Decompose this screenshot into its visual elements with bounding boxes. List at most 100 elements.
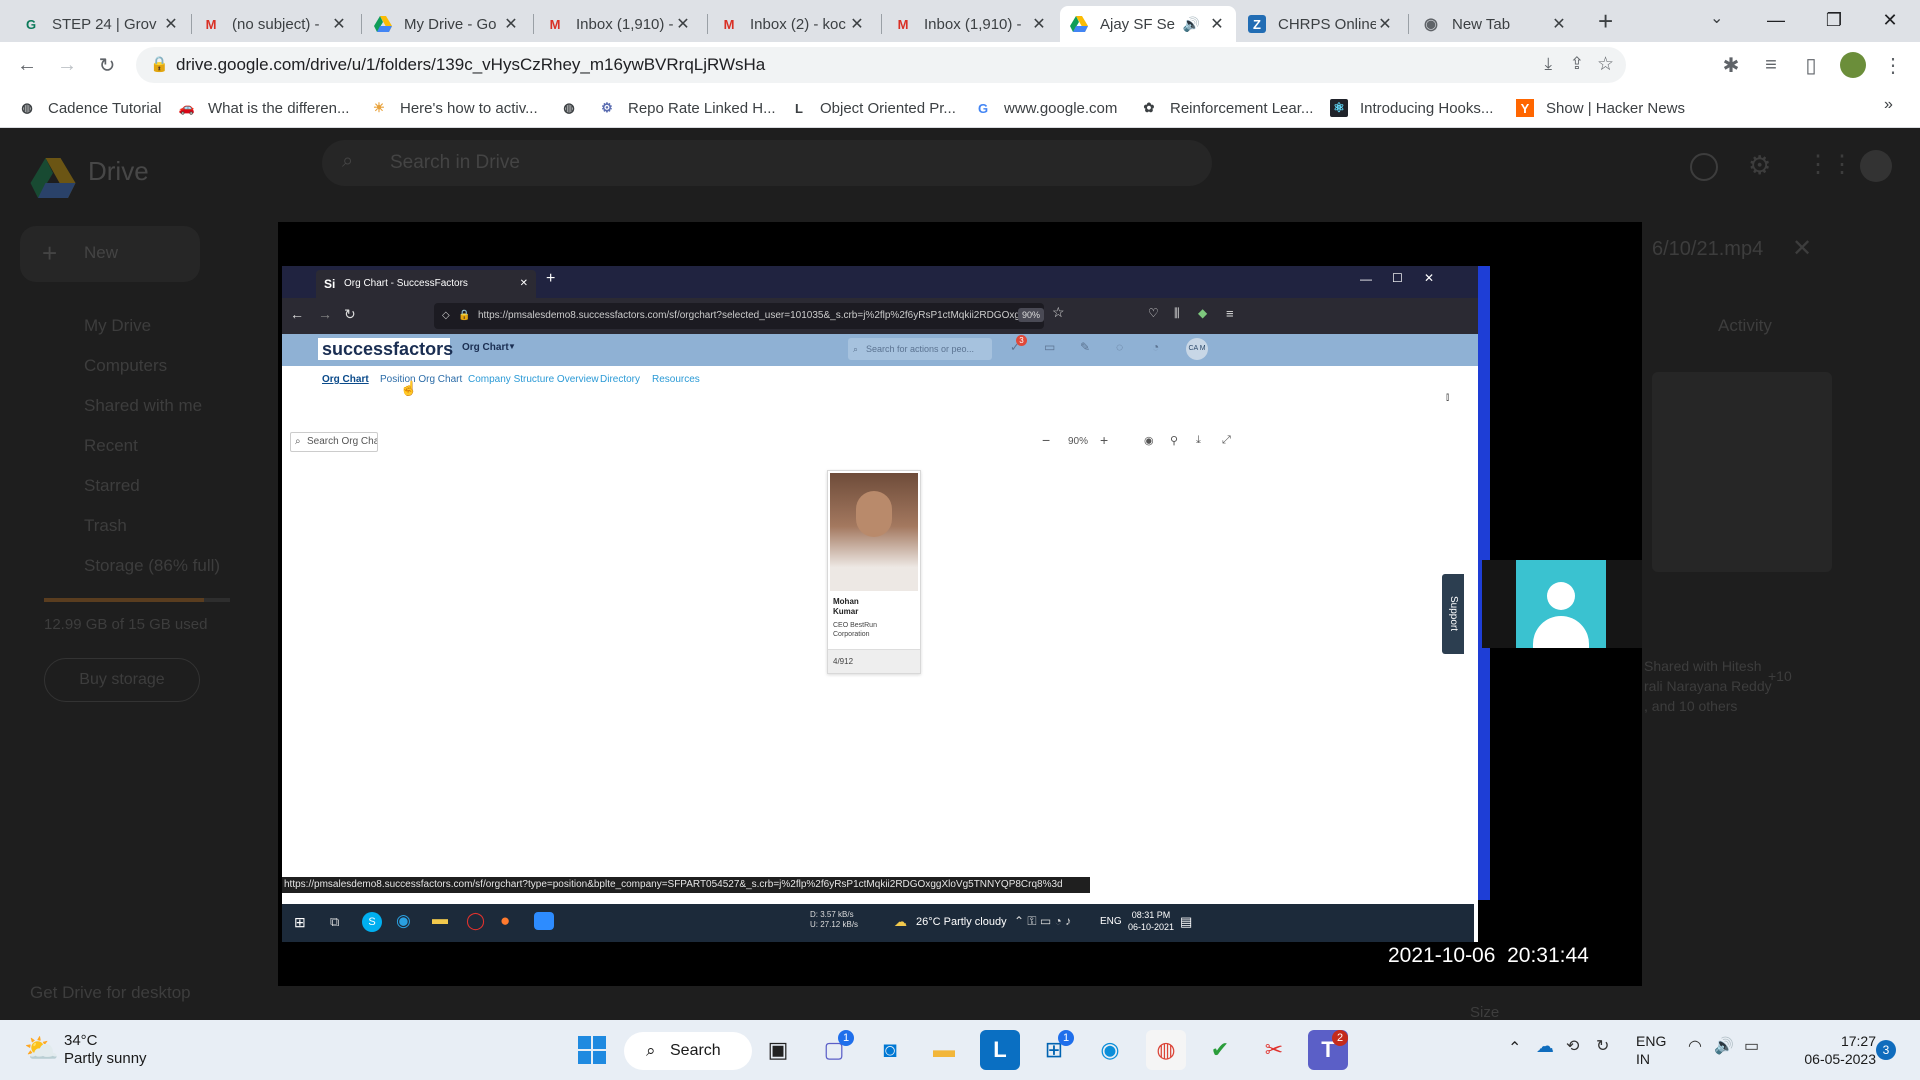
tab-org-chart[interactable]: Org Chart: [322, 374, 369, 385]
refresh-icon[interactable]: ↻: [1596, 1036, 1609, 1056]
more-bookmarks-icon[interactable]: »: [1884, 96, 1893, 114]
search-org-chart-input[interactable]: ⌕ Search Org Chart: [290, 432, 378, 452]
snipping-tool-icon[interactable]: ✂: [1254, 1030, 1294, 1070]
pocket-icon[interactable]: ♡: [1148, 306, 1159, 320]
help-icon[interactable]: ◌: [1116, 340, 1123, 354]
sidebar-item-trash[interactable]: Trash: [84, 516, 127, 536]
library-icon[interactable]: ⫼: [1174, 306, 1180, 321]
tools-icon[interactable]: ✎: [1080, 340, 1090, 354]
media-icon[interactable]: ≡: [1756, 50, 1786, 80]
battery-icon[interactable]: ▭: [1744, 1036, 1759, 1056]
tab-resources[interactable]: Resources: [652, 374, 700, 385]
browser-tab[interactable]: G STEP 24 | Grov ✕: [12, 6, 190, 42]
speaker-icon[interactable]: 🔊: [1183, 16, 1200, 33]
star-icon[interactable]: ☆: [1597, 53, 1614, 76]
start-button[interactable]: [572, 1030, 612, 1070]
menu-icon[interactable]: ≡: [1226, 306, 1234, 321]
bookmark[interactable]: ⚛ Introducing Hooks...: [1330, 96, 1493, 120]
close-icon[interactable]: ✕: [502, 14, 520, 34]
bookmark[interactable]: ◍ Cadence Tutorial: [18, 96, 161, 120]
browser-tab[interactable]: ◉ New Tab ✕: [1412, 6, 1578, 42]
chat-icon[interactable]: ▭: [1044, 340, 1055, 354]
restore-button[interactable]: ☐: [1392, 271, 1403, 285]
chevron-up-icon[interactable]: ⌃: [1508, 1038, 1521, 1058]
view-icon[interactable]: ◉: [1144, 434, 1154, 447]
support-tab[interactable]: Support: [1442, 574, 1464, 654]
camera-icon[interactable]: ◙: [870, 1030, 910, 1070]
recorded-tab[interactable]: Si Org Chart - SuccessFactors ✕: [316, 270, 536, 298]
reload-icon[interactable]: ↻: [344, 306, 356, 323]
bookmark[interactable]: L Object Oriented Pr...: [790, 96, 956, 120]
tab-company-structure[interactable]: Company Structure Overview: [468, 374, 599, 385]
inner-clock[interactable]: 08:31 PM 06-10-2021: [1128, 909, 1174, 933]
chart-icon[interactable]: ⫾: [1446, 392, 1449, 403]
bookmark[interactable]: ✿ Reinforcement Lear...: [1140, 96, 1314, 120]
new-tab-button[interactable]: +: [1598, 6, 1613, 37]
buy-storage-button[interactable]: Buy storage: [44, 658, 200, 702]
browser-tab[interactable]: My Drive - Go ✕: [364, 6, 530, 42]
zoom-icon[interactable]: [534, 912, 554, 930]
zoom-out-button[interactable]: −: [1042, 432, 1050, 448]
sidebar-item-starred[interactable]: Starred: [84, 476, 140, 496]
opera-icon[interactable]: ◯: [466, 911, 485, 931]
browser-tab[interactable]: M Inbox (1,910) - ✕: [536, 6, 702, 42]
sf-user-avatar[interactable]: CA M: [1186, 338, 1208, 360]
inner-weather[interactable]: 26°C Partly cloudy: [916, 916, 1007, 928]
extensions-icon[interactable]: ✱: [1716, 50, 1746, 80]
skype-icon[interactable]: S: [362, 912, 382, 932]
menu-icon[interactable]: ⋮: [1878, 50, 1908, 80]
new-button[interactable]: + New: [20, 226, 200, 282]
close-icon[interactable]: ✕: [1376, 14, 1394, 34]
L-app-icon[interactable]: L: [980, 1030, 1020, 1070]
star-icon[interactable]: ☆: [1052, 304, 1065, 321]
close-icon[interactable]: ✕: [674, 14, 692, 34]
sidebar-item-my-drive[interactable]: My Drive: [84, 316, 151, 336]
apps-icon[interactable]: ⋮⋮: [1806, 150, 1854, 179]
clock[interactable]: 17:27 06-05-2023: [1788, 1032, 1876, 1068]
minimize-button[interactable]: —: [1360, 272, 1372, 286]
inner-lang[interactable]: ENG: [1100, 916, 1122, 927]
recorded-new-tab-icon[interactable]: +: [546, 270, 555, 288]
org-chart-card[interactable]: Mohan Kumar CEO BestRun Corporation 4/91…: [827, 470, 921, 674]
browser-tab[interactable]: Z CHRPS Online ✕: [1238, 6, 1404, 42]
bell-icon[interactable]: ◔: [1152, 340, 1159, 354]
fullscreen-icon[interactable]: ⤢: [1222, 434, 1231, 447]
browser-tab[interactable]: M (no subject) - ✕: [192, 6, 358, 42]
zoom-badge[interactable]: 90%: [1018, 308, 1045, 322]
file-explorer-icon[interactable]: ▬: [924, 1030, 964, 1070]
language-indicator[interactable]: ENG IN: [1636, 1032, 1666, 1068]
address-bar[interactable]: 🔒 drive.google.com/drive/u/1/folders/139…: [136, 47, 1626, 83]
chrome-icon[interactable]: ◍: [1146, 1030, 1186, 1070]
profile-avatar[interactable]: [1840, 52, 1866, 78]
bookmark[interactable]: Gwww.google.com: [974, 96, 1117, 120]
sidebar-item-storage[interactable]: Storage (86% full): [84, 556, 220, 576]
share-icon[interactable]: ⇪: [1570, 54, 1584, 74]
close-icon[interactable]: ✕: [162, 14, 180, 34]
sf-logo[interactable]: successfactors: [318, 338, 453, 360]
back-icon[interactable]: ←: [290, 306, 304, 322]
extension-icon[interactable]: ◆: [1198, 306, 1207, 320]
bookmark[interactable]: ☀ Here's how to activ...: [370, 96, 537, 120]
weather-widget[interactable]: 34°C Partly sunny: [64, 1032, 147, 1068]
onedrive-icon[interactable]: ☁: [1536, 1036, 1554, 1057]
forward-icon[interactable]: →: [318, 306, 332, 322]
tab-position-org-chart[interactable]: Position Org Chart: [380, 374, 462, 385]
wifi-icon[interactable]: ◠: [1688, 1036, 1702, 1056]
tab-search-icon[interactable]: ⌄: [1710, 8, 1723, 28]
task-view-icon[interactable]: ▣: [758, 1030, 798, 1070]
notification-count-badge[interactable]: 3: [1876, 1040, 1896, 1060]
folder-icon[interactable]: ▬: [432, 911, 448, 929]
firefox-icon[interactable]: ●: [500, 911, 510, 931]
sf-search-input[interactable]: ⌕ Search for actions or peo...: [848, 338, 992, 360]
restore-button[interactable]: ❐: [1806, 0, 1862, 40]
drive-search-input[interactable]: ⌕ Search in Drive: [322, 140, 1212, 186]
sidebar-item-computers[interactable]: Computers: [84, 356, 167, 376]
reload-icon[interactable]: ↻: [92, 50, 122, 80]
edge-icon[interactable]: ◉: [1090, 1030, 1130, 1070]
close-icon[interactable]: ✕: [1208, 14, 1226, 34]
bookmark[interactable]: 🚗 What is the differen...: [178, 96, 350, 120]
bookmark[interactable]: ⚙ Repo Rate Linked H...: [598, 96, 775, 120]
settings-icon[interactable]: ⚙: [1748, 150, 1771, 181]
account-avatar[interactable]: [1860, 150, 1892, 182]
sf-module-switcher[interactable]: Org Chart: [462, 342, 509, 353]
